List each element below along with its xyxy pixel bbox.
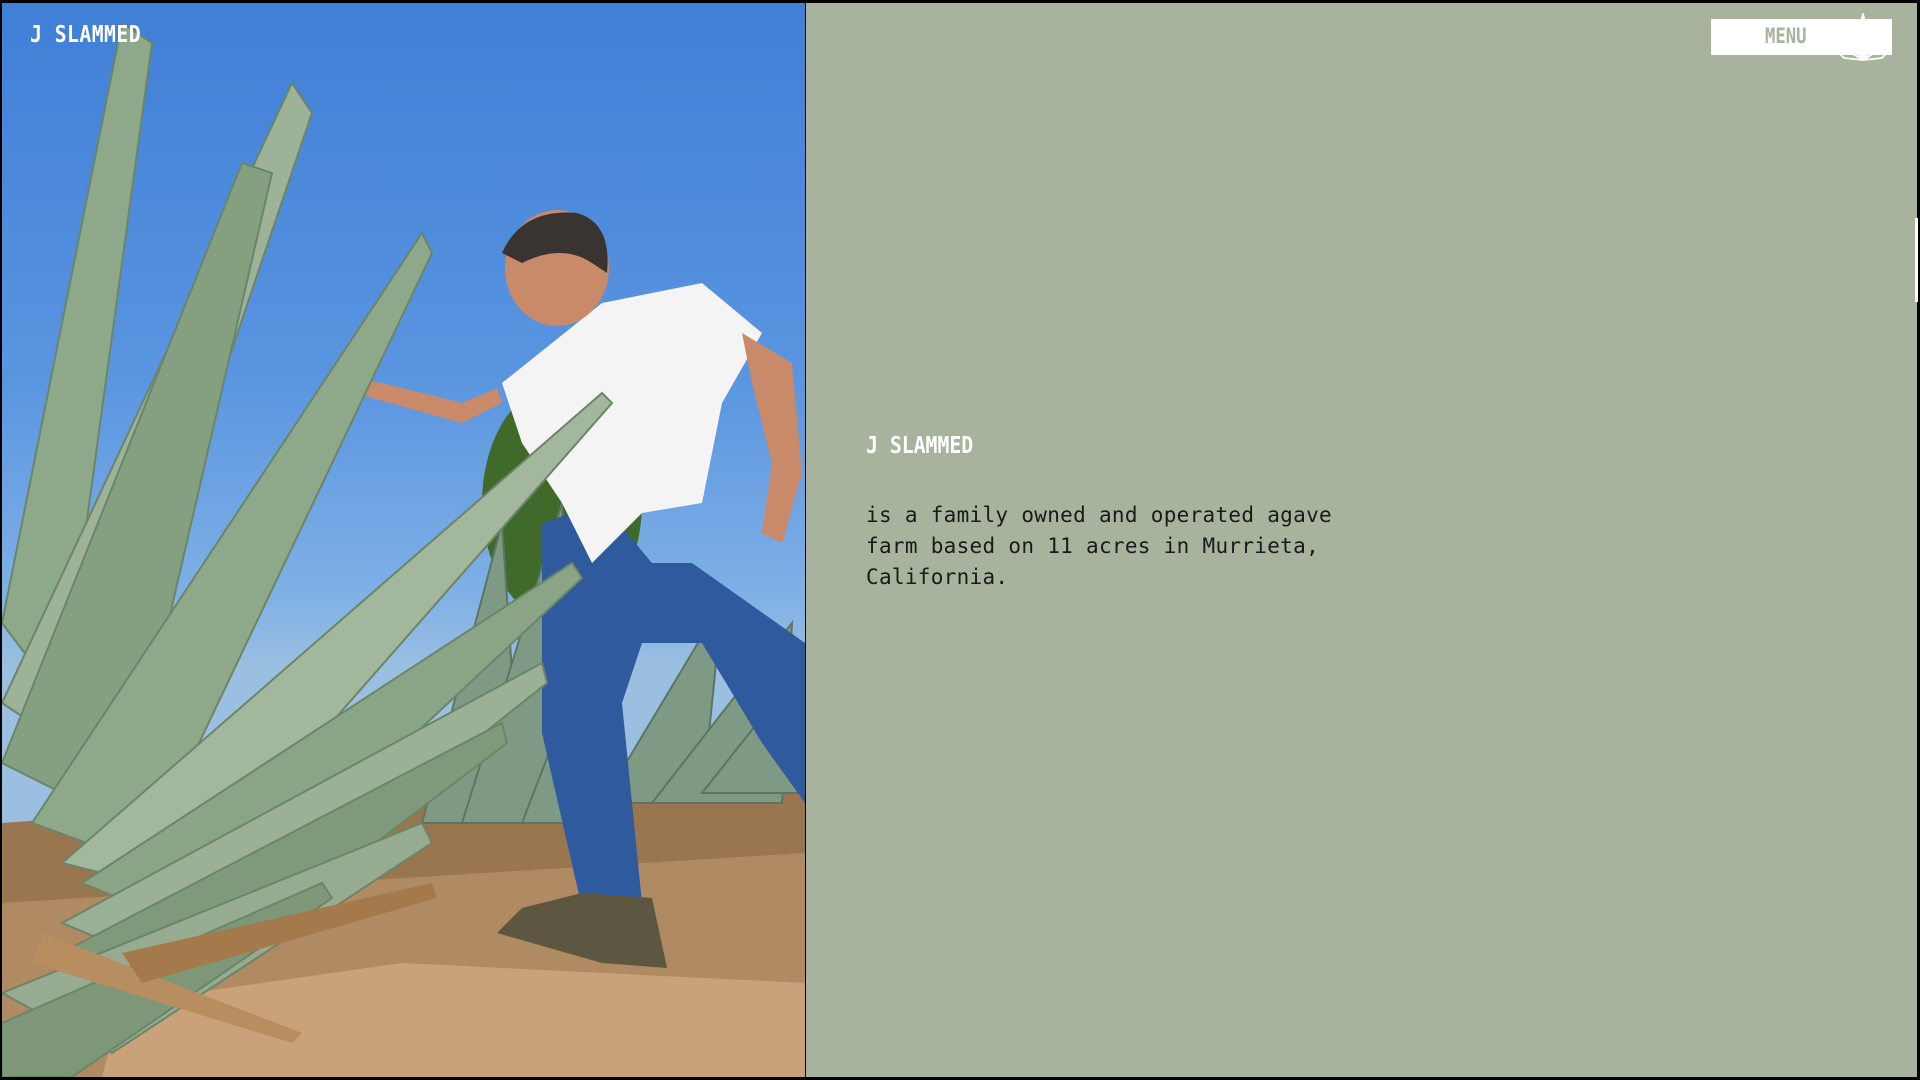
- brand-logo[interactable]: J SLAMMED: [30, 22, 141, 48]
- page: J SLAMMED J SLAMMED is a family owned an…: [0, 0, 1920, 1080]
- agave-icon[interactable]: [1834, 8, 1892, 66]
- agave-farmer-image: [2, 21, 805, 1077]
- intro-title: J SLAMMED: [866, 433, 974, 459]
- intro-panel: J SLAMMED is a family owned and operated…: [806, 3, 1917, 1077]
- intro-description: is a family owned and operated agave far…: [866, 503, 1332, 589]
- hero-photo: [2, 3, 805, 1077]
- menu-label: MENU: [1765, 24, 1807, 48]
- scrollbar-thumb[interactable]: [1915, 218, 1918, 302]
